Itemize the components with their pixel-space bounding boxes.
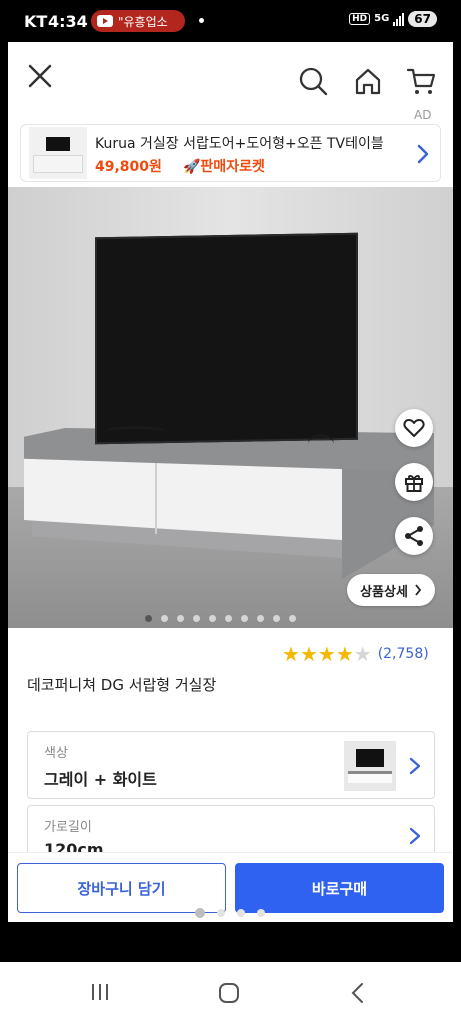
seller-rocket-badge: 🚀판매자로켓 — [183, 159, 265, 175]
ad-thumbnail — [29, 127, 87, 179]
notification-dot-icon — [199, 18, 204, 23]
carousel-dot[interactable] — [273, 615, 280, 622]
carousel-dot[interactable] — [257, 615, 264, 622]
carousel-dot[interactable] — [289, 615, 296, 622]
ad-title: Kurua 거실장 서랍도어+도어형+오픈 TV테이블 — [95, 136, 384, 152]
ad-banner[interactable]: Kurua 거실장 서랍도어+도어형+오픈 TV테이블 49,800원 🚀판매자… — [20, 124, 441, 182]
drawer-divider — [155, 456, 157, 534]
youtube-notification[interactable]: "유흥업소 — [91, 10, 185, 32]
carousel-dot[interactable] — [145, 615, 152, 622]
screen: KT 4:34 "유흥업소 HD 5G 67 AD Kurua 거실장 서랍도어… — [0, 0, 461, 1024]
cart-icon[interactable] — [406, 66, 436, 96]
system-indicators: HD 5G 67 — [349, 11, 437, 27]
color-option-thumbnail — [344, 741, 396, 791]
product-title: 데코퍼니쳐 DG 서랍형 거실장 — [27, 676, 217, 694]
tv-screen — [95, 232, 358, 445]
star-icon: ★ — [353, 642, 372, 666]
product-detail-button[interactable]: 상품상세 — [347, 574, 435, 606]
add-to-cart-button[interactable]: 장바구니 담기 — [17, 863, 226, 913]
color-option-selector[interactable]: 색상 그레이 + 화이트 — [27, 731, 435, 799]
carousel-dots — [145, 615, 296, 622]
network-type: 5G — [374, 13, 390, 24]
hd-voice-icon: HD — [349, 13, 371, 25]
star-icon: ★ — [335, 642, 354, 666]
carousel-dot[interactable] — [241, 615, 248, 622]
back-icon[interactable] — [350, 982, 366, 1004]
chevron-right-icon — [417, 144, 429, 164]
home-button-icon[interactable] — [218, 982, 240, 1004]
notification-text: "유흥업소 — [118, 14, 168, 29]
share-icon — [405, 526, 423, 546]
gift-button[interactable] — [395, 463, 433, 501]
carousel-dot[interactable] — [225, 615, 232, 622]
youtube-icon — [97, 15, 113, 27]
carousel-dot[interactable] — [177, 615, 184, 622]
width-option-label: 가로길이 — [44, 820, 92, 835]
ad-price: 49,800원 — [95, 159, 162, 175]
carousel-dot[interactable] — [193, 615, 200, 622]
chevron-right-icon — [409, 757, 421, 775]
carousel-dot[interactable] — [209, 615, 216, 622]
chevron-right-icon — [415, 584, 422, 596]
ad-label: AD — [414, 108, 432, 122]
heart-icon — [403, 419, 425, 437]
clock: 4:34 — [48, 12, 88, 31]
carousel-dot[interactable] — [161, 615, 168, 622]
star-icon: ★ — [299, 642, 318, 666]
signal-icon — [393, 12, 405, 26]
carrier-label: KT — [24, 12, 48, 31]
tv-leg-right — [308, 434, 334, 454]
product-image-carousel[interactable]: AD Kurua 거실장 서랍도어+도어형+오픈 TV테이블 49,800원 🚀… — [8, 42, 453, 628]
battery-icon: 67 — [408, 11, 437, 27]
rating-stars[interactable]: ★ ★ ★ ★ ★ (2,758) — [282, 644, 429, 664]
tv-leg-left — [104, 426, 166, 438]
home-icon[interactable] — [353, 66, 383, 96]
review-count[interactable]: (2,758) — [378, 646, 429, 662]
product-detail-label: 상품상세 — [360, 584, 408, 600]
search-icon[interactable] — [298, 66, 328, 96]
status-bar: KT 4:34 "유흥업소 HD 5G 67 — [0, 0, 461, 42]
color-option-value: 그레이 + 화이트 — [44, 770, 157, 789]
recent-apps-icon[interactable] — [90, 982, 110, 1002]
color-option-label: 색상 — [44, 746, 68, 761]
chevron-right-icon — [409, 827, 421, 845]
gift-icon — [405, 475, 423, 492]
system-nav-bar — [0, 962, 461, 1024]
share-button[interactable] — [395, 517, 433, 555]
close-icon[interactable] — [26, 62, 54, 90]
wishlist-button[interactable] — [395, 409, 433, 447]
buy-now-button[interactable]: 바로구매 — [235, 863, 444, 913]
star-icon: ★ — [317, 642, 336, 666]
product-page: AD Kurua 거실장 서랍도어+도어형+오픈 TV테이블 49,800원 🚀… — [8, 42, 453, 922]
star-icon: ★ — [282, 642, 300, 666]
page-indicator — [195, 908, 265, 918]
